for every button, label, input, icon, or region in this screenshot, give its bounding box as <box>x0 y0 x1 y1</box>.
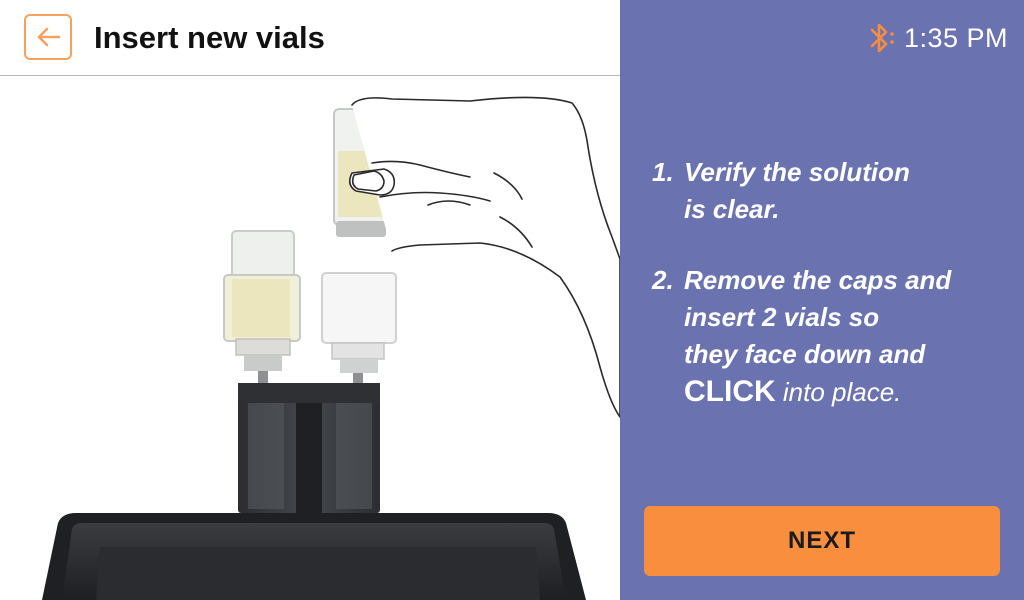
step-1: 1. Verify the solution is clear. <box>652 154 1012 228</box>
step-2-line-4-rest: into place. <box>775 377 902 407</box>
instruction-steps: 1. Verify the solution is clear. 2. Remo… <box>652 154 1012 445</box>
step-2-line-3: they face down and <box>684 339 926 369</box>
step-1-line-2: is clear. <box>684 194 780 224</box>
hand <box>348 96 620 418</box>
step-2-line-4: CLICK into place. <box>684 373 1012 411</box>
vial-insertion-illustration <box>0 77 620 600</box>
step-2-number: 2. <box>652 265 674 295</box>
step-2-line-1: Remove the caps and <box>684 265 952 295</box>
step-1-number: 1. <box>652 157 674 187</box>
bluetooth-icon <box>870 23 894 53</box>
status-bar: 1:35 PM <box>866 20 1008 56</box>
right-vial <box>321 272 397 383</box>
device-base <box>42 513 586 600</box>
step-1-line-1: Verify the solution <box>684 157 910 187</box>
step-1-text: Verify the solution is clear. <box>684 154 1012 228</box>
back-button[interactable] <box>24 14 72 60</box>
step-2: 2. Remove the caps and insert 2 vials so… <box>652 262 1012 411</box>
click-emphasis: CLICK <box>684 375 776 408</box>
step-2-text: Remove the caps and insert 2 vials so th… <box>684 262 1012 411</box>
next-button[interactable]: NEXT <box>644 506 1000 576</box>
instruction-panel: 1:35 PM 1. Verify the solution is clear.… <box>620 0 1024 600</box>
arrow-left-icon <box>37 27 61 47</box>
illustration-art <box>42 96 620 600</box>
left-vial <box>223 230 301 383</box>
clock-time: 1:35 PM <box>903 23 1008 53</box>
step-2-line-2: insert 2 vials so <box>684 302 880 332</box>
header-bar: Insert new vials <box>0 0 620 76</box>
vial-holder <box>238 383 380 513</box>
page-title: Insert new vials <box>94 20 325 55</box>
